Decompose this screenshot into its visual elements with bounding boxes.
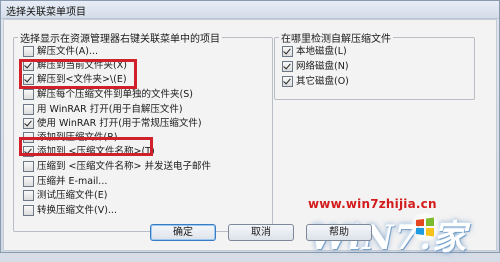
- option-open-with-winrar[interactable]: 使用 WinRAR 打开(用于常规压缩文件): [23, 117, 202, 130]
- option-extract-files[interactable]: 解压文件(A)...: [23, 45, 98, 58]
- option-label: 网络磁盘(N): [296, 60, 349, 72]
- help-button[interactable]: 帮助: [306, 224, 372, 241]
- option-compress-and-email-named[interactable]: 压缩到 <压缩文件名称> 并发送电子邮件: [23, 160, 211, 173]
- checkbox[interactable]: [23, 46, 34, 57]
- sfx-detection-group: 在哪里检测自解压缩文件 本地磁盘(L) 网络磁盘(N) 其它磁盘(O): [274, 30, 475, 100]
- option-open-sfx-with-winrar[interactable]: 用 WinRAR 打开(用于自解压文件): [23, 103, 183, 116]
- option-label: 使用 WinRAR 打开(用于常规压缩文件): [37, 117, 202, 129]
- option-label: 测试压缩文件(E): [37, 189, 108, 201]
- option-label: 转换压缩文件(V)...: [37, 204, 117, 216]
- highlight-box-extract-options: [19, 59, 137, 89]
- checkbox[interactable]: [282, 76, 293, 87]
- context-menu-group-title: 选择显示在资源管理器右键关联菜单中的项目: [18, 30, 222, 45]
- watermark-url: www.win7zhijia.cn: [308, 197, 437, 211]
- checkbox[interactable]: [282, 46, 293, 57]
- option-label: 本地磁盘(L): [296, 45, 347, 57]
- option-compress-and-email[interactable]: 压缩并 E-mail...: [23, 175, 107, 188]
- option-test-archive[interactable]: 测试压缩文件(E): [23, 189, 107, 202]
- checkbox[interactable]: [23, 190, 34, 201]
- option-network-disks[interactable]: 网络磁盘(N): [282, 60, 349, 73]
- sfx-group-title: 在哪里检测自解压缩文件: [279, 30, 393, 45]
- option-label: 压缩并 E-mail...: [37, 175, 108, 187]
- title-bar[interactable]: 选择关联菜单项目: [1, 1, 499, 19]
- window-title: 选择关联菜单项目: [6, 7, 86, 18]
- dialog-window: 选择关联菜单项目 选择显示在资源管理器右键关联菜单中的项目 解压文件(A)...…: [0, 0, 500, 258]
- checkbox[interactable]: [23, 161, 34, 172]
- dialog-content: 选择显示在资源管理器右键关联菜单中的项目 解压文件(A)... 解压到当前文件夹…: [3, 19, 497, 258]
- windows-flag-icon: [411, 213, 439, 241]
- option-label: 解压每个压缩文件到单独的文件夹(S): [37, 88, 193, 100]
- option-local-disks[interactable]: 本地磁盘(L): [282, 45, 347, 58]
- checkbox[interactable]: [23, 176, 34, 187]
- checkbox[interactable]: [23, 89, 34, 100]
- option-convert-archive[interactable]: 转换压缩文件(V)...: [23, 204, 117, 217]
- option-other-disks[interactable]: 其它磁盘(O): [282, 75, 349, 88]
- checkbox[interactable]: [23, 205, 34, 216]
- option-label: 用 WinRAR 打开(用于自解压文件): [37, 103, 183, 115]
- ok-button[interactable]: 确定: [150, 224, 216, 241]
- option-label: 压缩到 <压缩文件名称> 并发送电子邮件: [37, 160, 211, 172]
- cancel-button[interactable]: 取消: [228, 224, 294, 241]
- option-label: 解压文件(A)...: [37, 45, 98, 57]
- option-label: 其它磁盘(O): [296, 75, 349, 87]
- checkbox[interactable]: [23, 104, 34, 115]
- option-extract-each-to-folder[interactable]: 解压每个压缩文件到单独的文件夹(S): [23, 88, 193, 101]
- checkbox[interactable]: [282, 61, 293, 72]
- highlight-box-add-to-archive: [19, 137, 153, 156]
- checkbox[interactable]: [23, 118, 34, 129]
